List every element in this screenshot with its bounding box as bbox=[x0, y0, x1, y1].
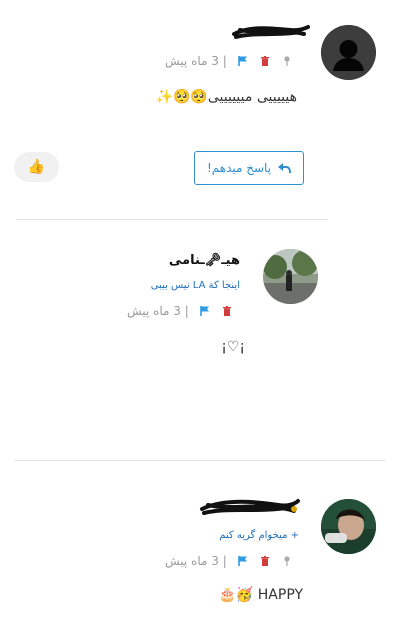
comment-meta: | 3 ماه پیش bbox=[165, 54, 293, 68]
pin-icon[interactable] bbox=[281, 55, 293, 67]
user-bio: + میخوام گریه کنم bbox=[219, 530, 299, 541]
trash-icon[interactable] bbox=[259, 55, 271, 67]
flag-icon[interactable] bbox=[199, 305, 211, 317]
divider bbox=[14, 460, 386, 461]
comment-text: هیییییی مییییییی🥺🥺✨ bbox=[155, 89, 297, 105]
reply-label: پاسخ میدهم! bbox=[206, 161, 272, 175]
pin-icon[interactable] bbox=[281, 555, 293, 567]
trash-icon[interactable] bbox=[221, 305, 233, 317]
reply-arrow-icon bbox=[278, 163, 292, 174]
trash-icon[interactable] bbox=[259, 555, 271, 567]
redacted-username-scribble bbox=[200, 499, 300, 515]
user-avatar[interactable] bbox=[263, 249, 318, 304]
user-avatar[interactable] bbox=[321, 25, 376, 80]
comment-text: HAPPY 🥳🎂 bbox=[218, 587, 303, 603]
avatar-photo bbox=[263, 249, 318, 304]
user-avatar[interactable] bbox=[321, 499, 376, 554]
avatar-photo bbox=[321, 499, 376, 554]
divider bbox=[16, 219, 328, 220]
redacted-username-scribble bbox=[232, 25, 310, 39]
comment-text: ¡♡¡ bbox=[221, 339, 245, 355]
comment-meta: | 3 ماه پیش bbox=[165, 554, 293, 568]
comment-meta: | 3 ماه پیش bbox=[127, 304, 233, 318]
flag-icon[interactable] bbox=[237, 555, 249, 567]
default-user-icon bbox=[321, 25, 376, 80]
comment-time: | 3 ماه پیش bbox=[165, 54, 227, 68]
like-button[interactable]: 👍 bbox=[14, 152, 59, 182]
comment-time: | 3 ماه پیش bbox=[165, 554, 227, 568]
like-emoji: 👍 bbox=[27, 159, 46, 175]
user-bio: اینجا کة LA نیس بیبی bbox=[150, 280, 240, 291]
flag-icon[interactable] bbox=[237, 55, 249, 67]
comment-time: | 3 ماه پیش bbox=[127, 304, 189, 318]
username[interactable]: هیـ🗝ـنامی bbox=[169, 253, 240, 268]
reply-button[interactable]: پاسخ میدهم! bbox=[194, 151, 304, 185]
